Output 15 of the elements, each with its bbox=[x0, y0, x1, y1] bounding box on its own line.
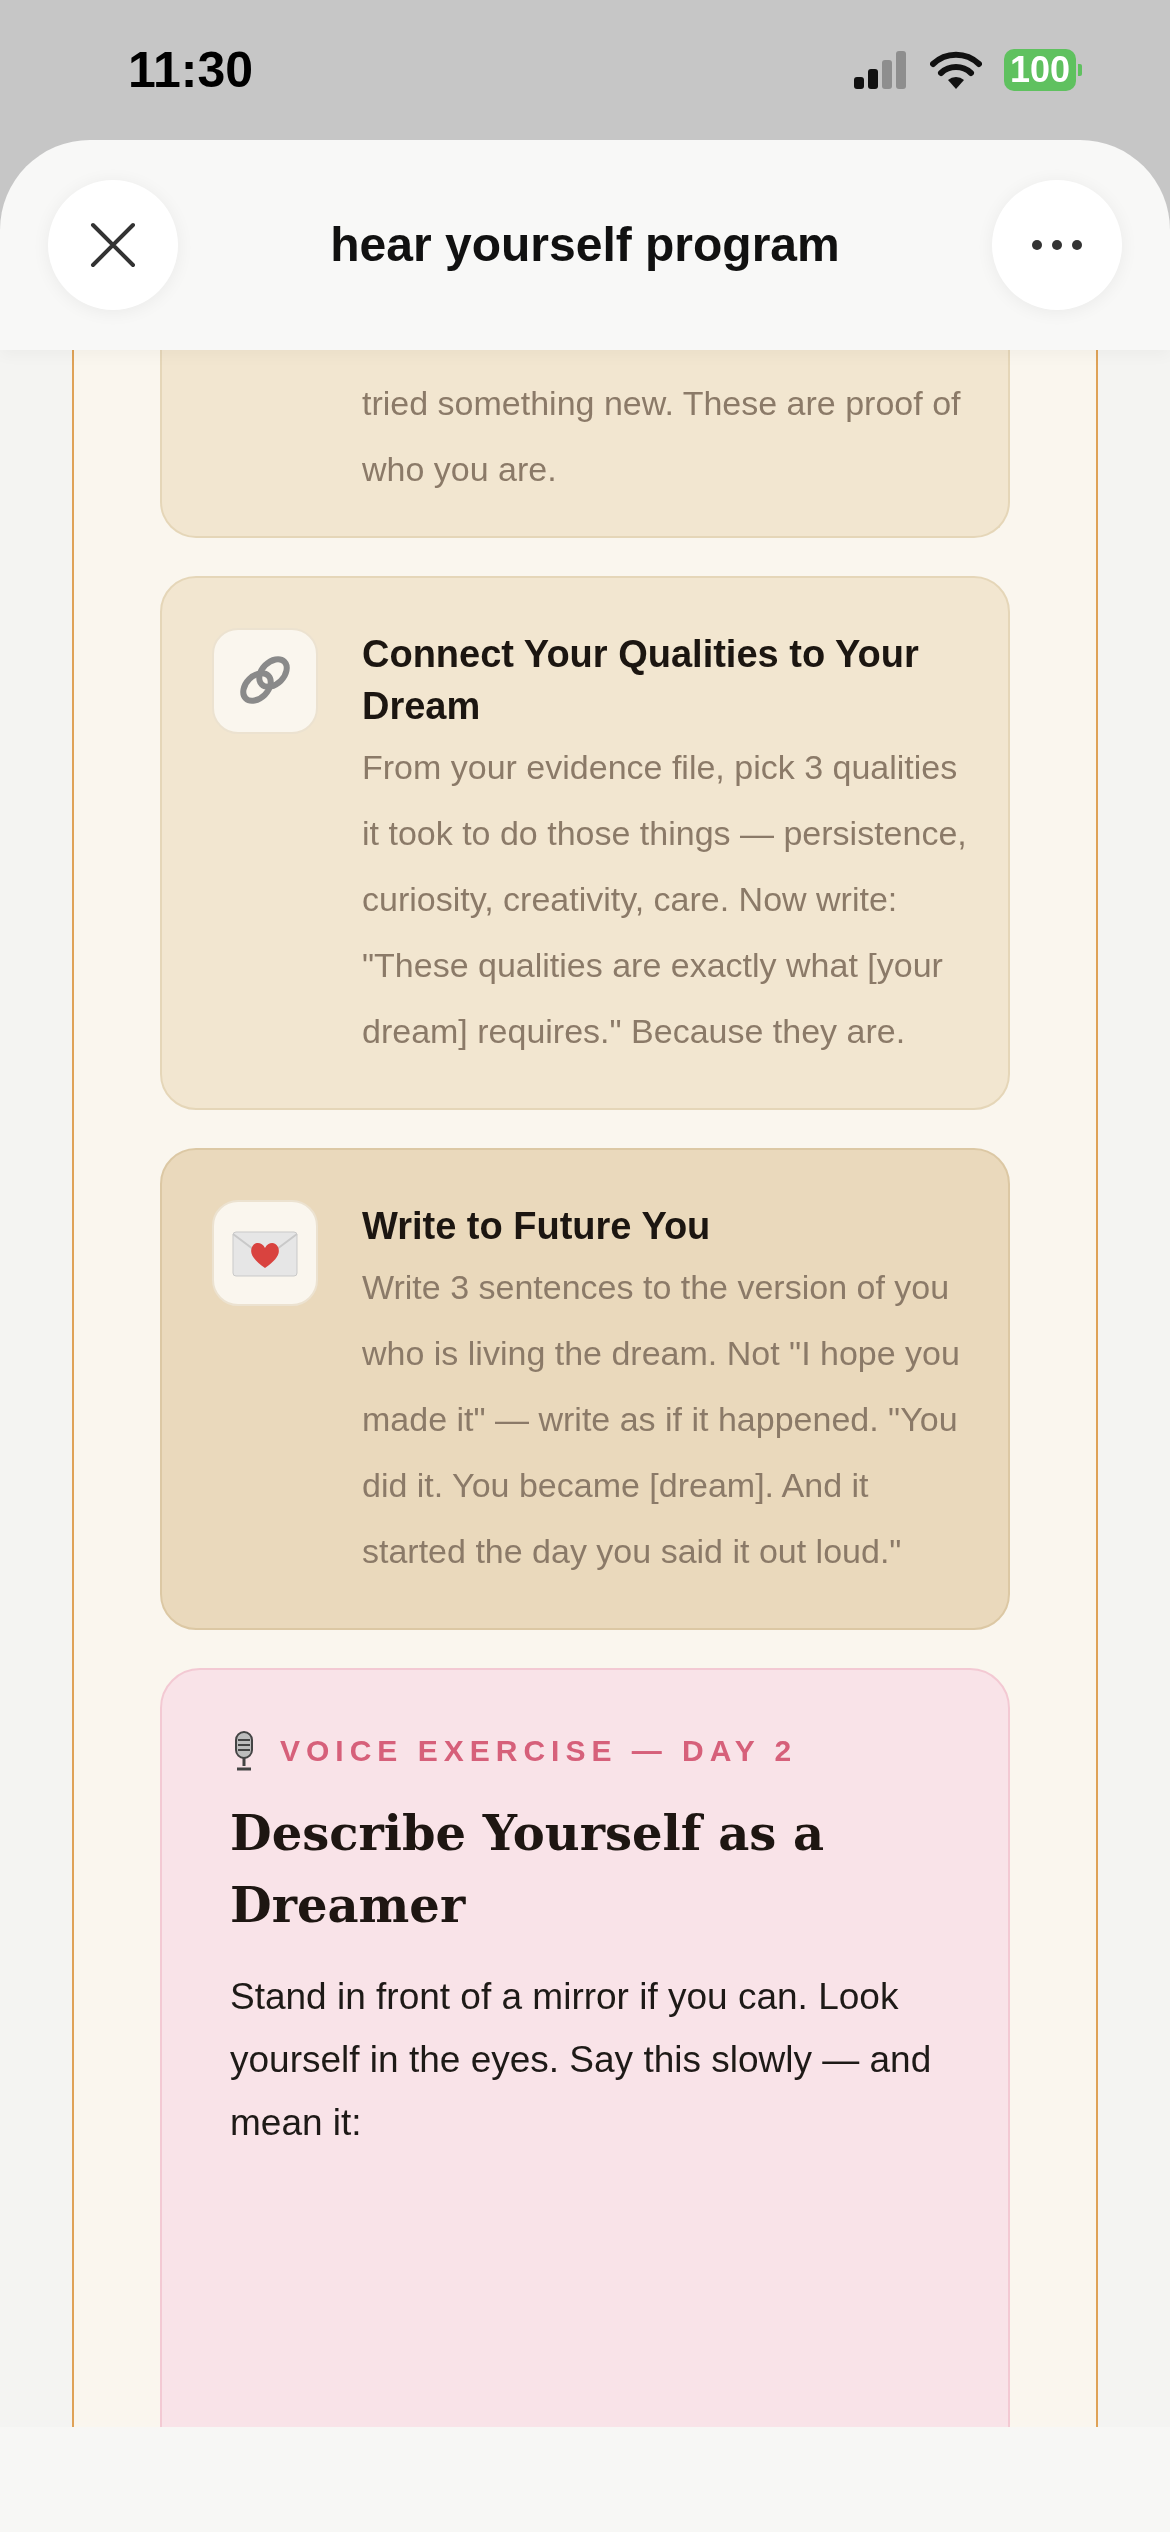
status-time: 11:30 bbox=[128, 40, 254, 100]
signal-icon bbox=[853, 51, 908, 89]
step-title: Connect Your Qualities to Your Dream bbox=[362, 632, 920, 729]
close-icon bbox=[90, 222, 136, 268]
battery-level: 100 bbox=[1003, 49, 1076, 91]
step-description: tried something new. These are proof of who you are. bbox=[362, 383, 962, 490]
wifi-icon bbox=[929, 51, 982, 89]
step-title: Write to Future You bbox=[362, 1204, 712, 1249]
exercise-instructions: Stand in front of a mirror if you can. Look yourself in the eyes. Say this slowly — and mean it: bbox=[230, 1975, 933, 2145]
exercise-title: Describe Yourself as a Dreamer bbox=[230, 1804, 826, 1935]
step-description: Write 3 sentences to the version of you who is living the dream. Not "I hope you made it" — write as if it happened. "You did it. You became [dream]. And it started the day you said it out loud." bbox=[362, 1267, 961, 1572]
screen-title: hear yourself program bbox=[330, 217, 840, 273]
step-description: From your evidence file, pick 3 qualities it took to do those things — persistence, curiosity, creativity, care. Now write: "These qualities are exactly what [your dream] requires." Because they are. bbox=[362, 747, 968, 1052]
more-icon bbox=[1032, 240, 1082, 250]
exercise-label: VOICE EXERCISE — DAY 2 bbox=[280, 1733, 798, 1769]
